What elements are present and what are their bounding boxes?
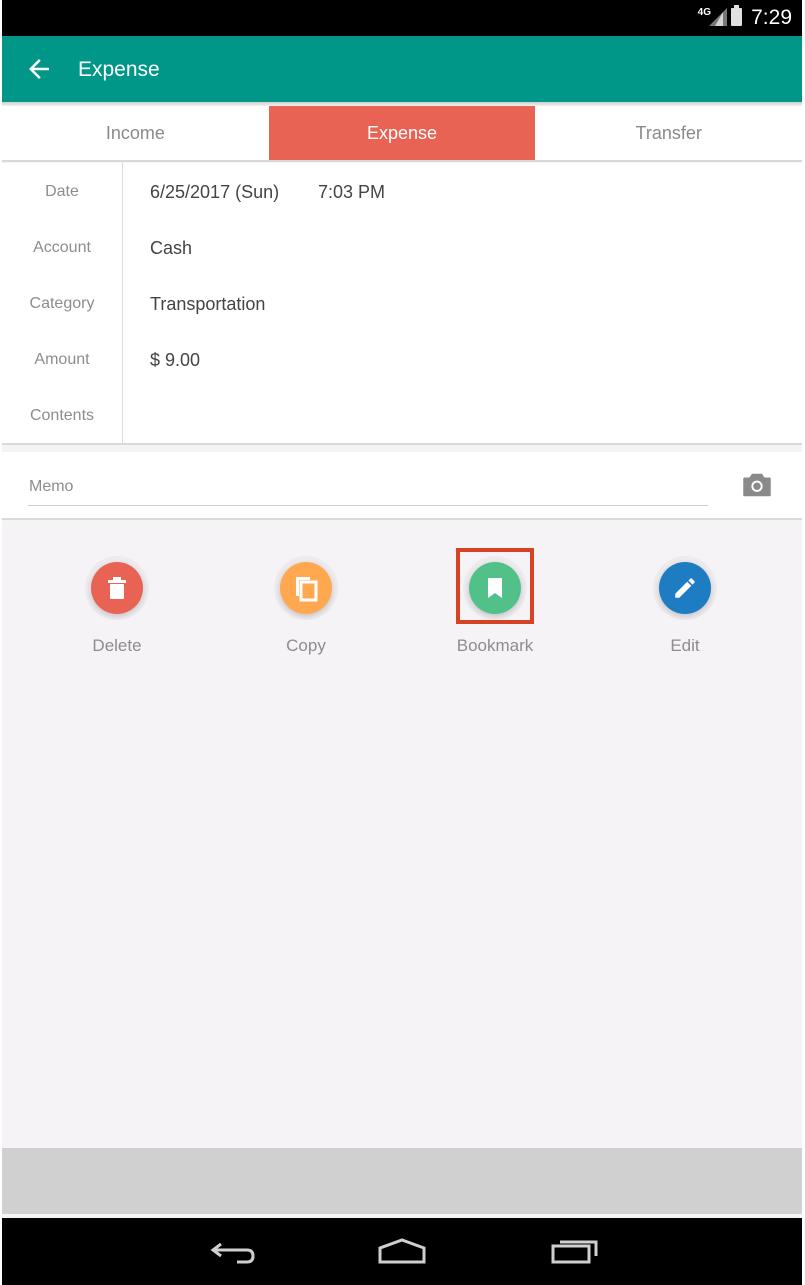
memo-field[interactable]: Memo [29, 478, 73, 496]
page-title: Expense [78, 58, 160, 81]
back-arrow-icon[interactable] [24, 54, 54, 84]
date-value[interactable]: 6/25/2017 (Sun) [150, 182, 279, 203]
tab-transfer[interactable]: Transfer [535, 106, 802, 160]
date-label: Date [45, 183, 79, 200]
app-bar: Expense [2, 36, 802, 102]
copy-action[interactable]: Copy [246, 562, 366, 656]
delete-label: Delete [92, 636, 142, 655]
copy-icon [296, 577, 318, 602]
account-row[interactable]: Account Cash [2, 219, 802, 275]
footer-bar [2, 1148, 802, 1214]
time-value[interactable]: 7:03 PM [318, 182, 385, 203]
delete-action[interactable]: Delete [57, 562, 177, 656]
status-bar: 4G 7:29 [2, 0, 802, 36]
memo-section: Memo [2, 452, 802, 520]
category-row[interactable]: Category Transportation [2, 275, 802, 331]
amount-value[interactable]: $ 9.00 [150, 350, 200, 371]
camera-icon[interactable] [742, 472, 772, 498]
bookmark-label: Bookmark [456, 636, 534, 655]
edit-action[interactable]: Edit [625, 562, 745, 656]
account-value[interactable]: Cash [150, 238, 192, 259]
account-label: Account [33, 239, 91, 256]
system-nav-bar [2, 1218, 802, 1285]
amount-row[interactable]: Amount $ 9.00 [2, 331, 802, 387]
category-value[interactable]: Transportation [150, 294, 265, 315]
battery-icon [731, 5, 742, 26]
delete-button[interactable] [91, 562, 143, 614]
network-type-label: 4G [697, 7, 711, 18]
category-label: Category [29, 295, 95, 312]
tab-income[interactable]: Income [2, 106, 269, 160]
trash-icon [108, 577, 126, 599]
memo-underline [28, 505, 708, 506]
date-row[interactable]: Date 6/25/2017 (Sun) 7:03 PM [2, 163, 802, 219]
transaction-type-tabs: Income Expense Transfer [2, 106, 802, 162]
copy-label: Copy [286, 636, 326, 655]
bookmark-highlight-box [456, 548, 534, 624]
transaction-details: Date 6/25/2017 (Sun) 7:03 PM Account Cas… [2, 163, 802, 445]
pencil-icon [675, 578, 695, 598]
signal-icon [709, 8, 727, 26]
status-time: 7:29 [751, 6, 792, 29]
amount-label: Amount [34, 351, 90, 368]
edit-button[interactable] [659, 562, 711, 614]
nav-recents-icon[interactable] [550, 1236, 600, 1266]
nav-home-icon[interactable] [377, 1236, 427, 1266]
contents-label: Contents [29, 407, 95, 424]
edit-label: Edit [670, 636, 700, 655]
app-screen: 4G 7:29 Expense Income Expense Transfer … [2, 0, 802, 1285]
copy-button[interactable] [280, 562, 332, 614]
tab-expense[interactable]: Expense [268, 106, 536, 160]
contents-row[interactable]: Contents [2, 387, 802, 443]
nav-back-icon[interactable] [207, 1236, 257, 1266]
